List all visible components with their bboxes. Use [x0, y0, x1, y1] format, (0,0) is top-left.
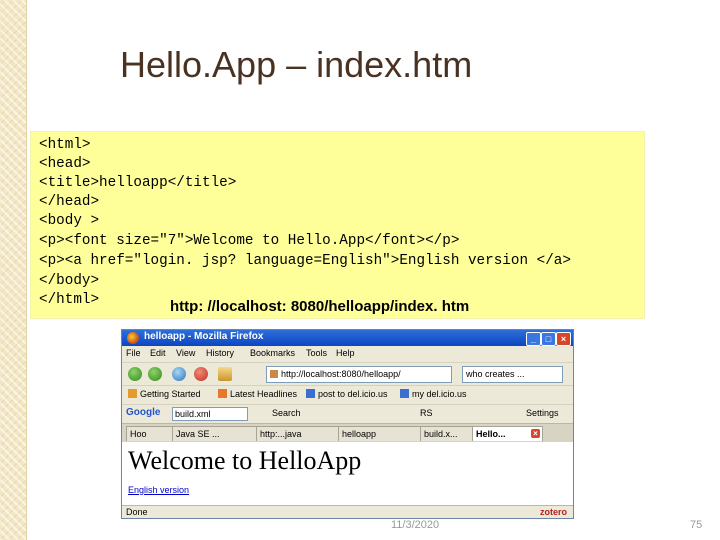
code-box: <html> <head> <title>helloapp</title> </… — [31, 132, 644, 318]
browser-titlebar: helloapp - Mozilla Firefox _ □ × — [122, 330, 573, 346]
bookmark-label: Getting Started — [140, 389, 201, 399]
menu-edit[interactable]: Edit — [150, 348, 166, 358]
forward-button-icon[interactable] — [148, 367, 162, 381]
minimize-button[interactable]: _ — [526, 332, 541, 346]
zotero-button[interactable]: zotero — [540, 507, 567, 517]
rss-button[interactable]: RS — [420, 408, 433, 418]
delicious-icon — [400, 389, 409, 398]
page-favicon-icon — [270, 370, 278, 378]
rss-icon — [218, 389, 227, 398]
tab[interactable]: helloapp — [338, 426, 421, 441]
address-value: http://localhost:8080/helloapp/ — [281, 369, 401, 379]
bookmarks-toolbar: Getting Started Latest Headlines post to… — [122, 385, 573, 404]
bookmark-my-delicious[interactable]: my del.icio.us — [400, 389, 467, 399]
status-bar: Done zotero — [122, 505, 573, 518]
code-line: </html> — [39, 292, 100, 308]
bookmark-icon — [128, 389, 137, 398]
code-line: <p><font size="7">Welcome to Hello.App</… — [39, 233, 460, 249]
search-box[interactable]: who creates ... — [462, 366, 563, 383]
browser-window-title: helloapp - Mozilla Firefox — [144, 331, 264, 342]
bookmark-latest-headlines[interactable]: Latest Headlines — [218, 389, 297, 399]
close-button[interactable]: × — [556, 332, 571, 346]
reload-icon[interactable] — [172, 367, 186, 381]
english-version-link[interactable]: English version — [128, 485, 189, 495]
slide-title: Hello.App – index.htm — [120, 44, 473, 85]
code-line: <title>helloapp</title> — [39, 175, 237, 191]
url-caption: http: //localhost: 8080/helloapp/index. … — [170, 298, 470, 315]
menu-tools[interactable]: Tools — [306, 348, 327, 358]
code-line: <head> — [39, 156, 91, 172]
tab[interactable]: Java SE ... — [172, 426, 257, 441]
footer-date: 11/3/2020 — [391, 519, 440, 531]
tab-close-icon[interactable]: × — [531, 429, 540, 438]
menu-bookmarks[interactable]: Bookmarks — [250, 348, 295, 358]
bookmark-getting-started[interactable]: Getting Started — [128, 389, 201, 399]
menu-help[interactable]: Help — [336, 348, 355, 358]
status-text: Done — [126, 507, 148, 517]
bookmark-label: my del.icio.us — [412, 389, 467, 399]
google-toolbar: Google build.xml Search RS Settings — [122, 404, 573, 423]
tab-label: Hello... — [476, 429, 506, 439]
tab[interactable]: Hoo — [126, 426, 173, 441]
maximize-button[interactable]: □ — [541, 332, 556, 346]
page-number: 75 — [690, 519, 703, 531]
delicious-icon — [306, 389, 315, 398]
navigation-toolbar: http://localhost:8080/helloapp/ who crea… — [122, 362, 573, 385]
home-icon[interactable] — [218, 367, 232, 381]
code-line: <p><a href="login. jsp? language=English… — [39, 253, 571, 269]
tab-bar: Hoo Java SE ... http:...java helloapp bu… — [122, 423, 573, 442]
code-line: <html> — [39, 137, 91, 153]
back-button-icon[interactable] — [128, 367, 142, 381]
google-search-button[interactable]: Search — [272, 408, 301, 418]
stop-icon[interactable] — [194, 367, 208, 381]
tab[interactable]: build.x... — [420, 426, 473, 441]
bookmark-post-delicious[interactable]: post to del.icio.us — [306, 389, 388, 399]
search-value: who creates ... — [466, 369, 525, 379]
bookmark-label: post to del.icio.us — [318, 389, 388, 399]
code-line: <body > — [39, 213, 100, 229]
bookmark-label: Latest Headlines — [230, 389, 298, 399]
menu-file[interactable]: File — [126, 348, 141, 358]
google-search-field[interactable]: build.xml — [172, 407, 248, 421]
welcome-heading: Welcome to HelloApp — [128, 446, 362, 475]
code-line: </body> — [39, 273, 100, 289]
page-content: Welcome to HelloApp English version — [122, 442, 573, 505]
address-bar[interactable]: http://localhost:8080/helloapp/ — [266, 366, 452, 383]
decorative-side-strip — [0, 0, 27, 540]
firefox-icon — [127, 332, 139, 344]
settings-button[interactable]: Settings — [526, 408, 559, 418]
menu-view[interactable]: View — [176, 348, 195, 358]
code-line: </head> — [39, 194, 100, 210]
tab-active[interactable]: Hello... × — [472, 426, 543, 441]
tab[interactable]: http:...java — [256, 426, 339, 441]
google-logo: Google — [126, 407, 161, 418]
menu-bar: File Edit View History Bookmarks Tools H… — [122, 347, 573, 361]
browser-screenshot: helloapp - Mozilla Firefox _ □ × File Ed… — [121, 329, 574, 519]
menu-history[interactable]: History — [206, 348, 234, 358]
